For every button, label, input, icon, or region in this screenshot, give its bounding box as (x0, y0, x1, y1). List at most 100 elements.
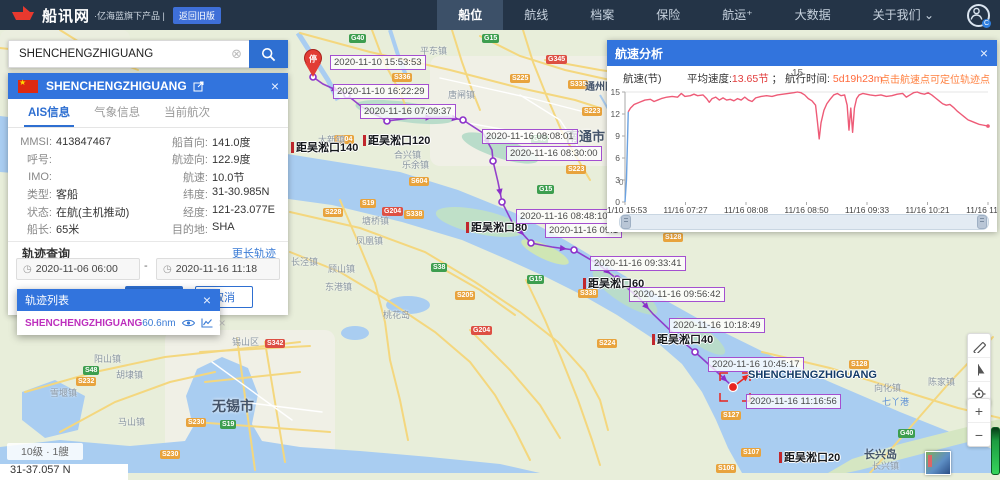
info-row-1: 呼号: 航迹向:122.9度 (8, 151, 288, 169)
date-from-input[interactable]: ◷ 2020-11-06 06:00 (16, 258, 140, 280)
zoom-controls: + − (967, 398, 991, 447)
scrollbar-left-handle[interactable] (621, 215, 631, 229)
scrollbar-right-handle[interactable] (977, 215, 987, 229)
date-to-value: 2020-11-16 11:18 (176, 263, 257, 275)
ship-panel-tabs: AIS信息气象信息当前航次 (8, 99, 288, 128)
map-tools-group (967, 333, 991, 406)
info-label: 目的地: (158, 221, 208, 237)
open-detail-icon[interactable] (193, 81, 204, 92)
nav-item-6[interactable]: 关于我们 ⌄ (852, 0, 955, 30)
tab-0[interactable]: AIS信息 (24, 99, 74, 127)
user-avatar[interactable]: C (967, 4, 990, 27)
track-list-rows: SHENCHENGZHIGUANG60.6nm× (17, 311, 220, 335)
info-cell: 目的地:SHA (158, 221, 235, 237)
nav-item-4[interactable]: 航运⁺ (701, 0, 773, 30)
info-label: 船首向: (158, 134, 208, 150)
nav-menu: 船位航线档案保险航运⁺大数据关于我们 ⌄ (437, 0, 955, 30)
info-cell: MMSI:413847467 (8, 136, 158, 148)
zoom-in-button[interactable]: + (968, 399, 990, 423)
nav-item-0[interactable]: 船位 (437, 0, 503, 30)
info-value: 客船 (56, 186, 78, 202)
ship-info-panel: ★ SHENCHENGZHIGUANG × AIS信息气象信息当前航次 MMSI… (8, 73, 288, 315)
separator: ； (772, 73, 783, 85)
visibility-eye-icon[interactable] (182, 318, 195, 328)
info-label: 航速: (158, 169, 208, 185)
speed-analysis-panel: 航速分析 × 航速(节) 平均速度:13.65节 ； 航行时间: 5d19h23… (607, 40, 997, 232)
info-value: 在航(主机推动) (56, 204, 129, 220)
ruler-icon (972, 339, 986, 353)
date-range-dash: - (144, 260, 148, 272)
info-cell: 呼号: (8, 151, 158, 167)
nav-item-2[interactable]: 档案 (569, 0, 635, 30)
close-icon[interactable]: × (203, 292, 211, 308)
site-subtitle: ·亿海蓝旗下产品 | (94, 9, 165, 22)
old-version-button[interactable]: 返回旧版 (173, 7, 221, 24)
divider (8, 241, 288, 242)
nav-item-1[interactable]: 航线 (503, 0, 569, 30)
speed-chart-icon[interactable] (201, 318, 213, 328)
map-zoom-slider[interactable] (991, 427, 1000, 475)
info-label: 航迹向: (158, 151, 208, 167)
ship-panel-title: SHENCHENGZHIGUANG (46, 79, 187, 93)
info-value: 141.0度 (212, 134, 251, 150)
sail-icon (972, 363, 986, 377)
speed-chart[interactable]: 0369121511/10 15:5311/16 07:2711/16 08:0… (607, 86, 997, 216)
info-cell: 类型:客船 (8, 186, 158, 202)
nav-item-5[interactable]: 大数据 (774, 0, 852, 30)
info-label: 类型: (8, 186, 52, 202)
nav-item-3[interactable]: 保险 (635, 0, 701, 30)
clear-search-icon[interactable]: ⊗ (231, 47, 242, 60)
hover-value-label: 15 (792, 68, 803, 79)
y-tick-label: 9 (615, 131, 620, 141)
info-label: 纬度: (158, 186, 208, 202)
logo[interactable]: 船讯网 ·亿海蓝旗下产品 | 返回旧版 (10, 5, 221, 26)
info-value: SHA (212, 221, 235, 237)
info-value: 413847467 (56, 136, 111, 148)
ais-info-table: MMSI:413847467船首向:141.0度呼号:航迹向:122.9度IMO… (8, 133, 288, 238)
tab-1[interactable]: 气象信息 (90, 99, 144, 127)
info-row-2: IMO:航速:10.0节 (8, 168, 288, 186)
date-to-input[interactable]: ◷ 2020-11-16 11:18 (156, 258, 280, 280)
info-row-4: 状态:在航(主机推动)经度:121-23.077E (8, 203, 288, 221)
info-value: 65米 (56, 221, 79, 237)
y-axis-title: 航速(节) (623, 71, 662, 86)
remove-track-icon[interactable]: × (219, 316, 226, 330)
search-icon (261, 47, 276, 62)
speed-panel-title: 航速分析 (615, 45, 663, 62)
measure-distance-button[interactable] (968, 334, 990, 358)
info-label: 经度: (158, 204, 208, 220)
ship-search-bar: ⊗ (8, 40, 288, 68)
avg-speed-value: 13.65节 (732, 73, 769, 85)
navigation-mark-button[interactable] (968, 358, 990, 382)
info-value: 31-30.985N (212, 186, 270, 202)
minimap-thumbnail[interactable] (925, 451, 951, 475)
speed-stats: 平均速度:13.65节 ； 航行时间: 5d19h23m (687, 71, 883, 86)
y-tick-label: 15 (611, 87, 621, 97)
ship-panel-header: ★ SHENCHENGZHIGUANG × (8, 73, 288, 99)
search-button[interactable] (249, 40, 288, 68)
close-icon[interactable]: × (980, 45, 988, 61)
info-value: 122.9度 (212, 151, 251, 167)
chart-hint: 点击航速点可定位轨迹点 (880, 71, 990, 86)
info-row-5: 船长:65米目的地:SHA (8, 221, 288, 239)
track-list-panel: 轨迹列表 × SHENCHENGZHIGUANG60.6nm× (17, 289, 220, 335)
info-cell: 船首向:141.0度 (158, 134, 251, 150)
search-input[interactable] (8, 40, 249, 68)
person-icon (969, 6, 984, 21)
info-row-0: MMSI:413847467船首向:141.0度 (8, 133, 288, 151)
info-cell: 状态:在航(主机推动) (8, 204, 158, 220)
tab-2[interactable]: 当前航次 (160, 99, 214, 127)
zoom-level-label: 10级 · 1艘 (7, 443, 83, 460)
china-flag-icon: ★ (18, 80, 38, 93)
info-value: 10.0节 (212, 169, 244, 185)
track-list-title: 轨迹列表 (25, 292, 69, 308)
cursor-coordinates-label: 31-37.057 N (0, 464, 128, 480)
track-list-header: 轨迹列表 × (17, 289, 220, 311)
speed-panel-header: 航速分析 × (607, 40, 997, 66)
zoom-out-button[interactable]: − (968, 423, 990, 446)
chart-range-scrollbar[interactable] (619, 214, 989, 230)
info-label: 状态: (8, 204, 52, 220)
info-label: 呼号: (8, 151, 52, 167)
first-point-label: 0 (619, 178, 624, 187)
close-icon[interactable]: × (271, 78, 279, 94)
